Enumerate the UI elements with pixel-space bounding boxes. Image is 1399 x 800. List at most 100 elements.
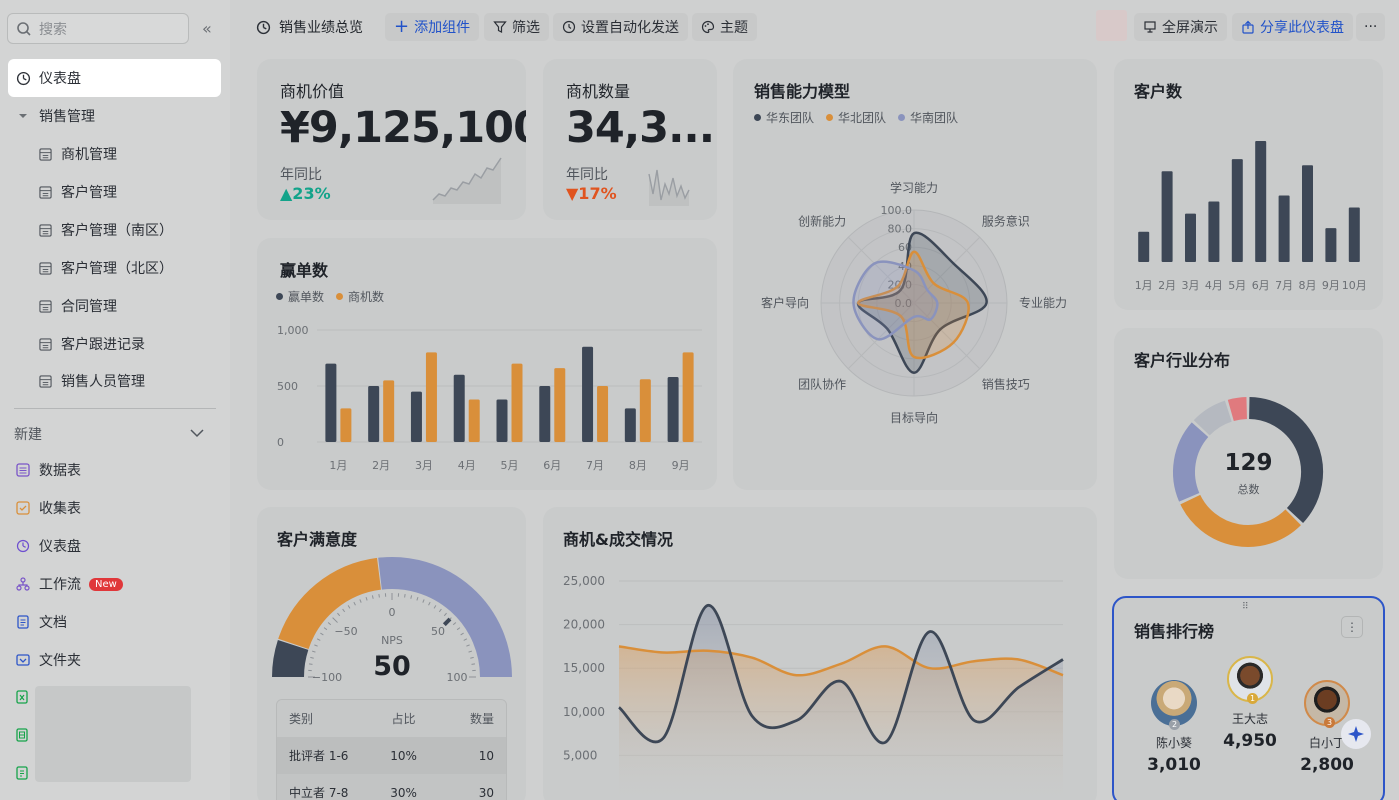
gauge-value: 50 — [373, 651, 411, 682]
table-header-cell: 占比 — [391, 712, 416, 726]
radar-axis-label: 目标导向 — [890, 410, 938, 425]
customers-chart-card[interactable]: 客户数 1月 2月 3月 4月 5月 6月 7月 8月 9月 10月 — [1114, 59, 1383, 310]
gauge-tick — [359, 599, 362, 603]
gauge-tick — [347, 605, 351, 609]
table-cell: 30% — [390, 785, 417, 800]
bar — [539, 386, 551, 442]
slides-icon[interactable] — [15, 766, 29, 780]
ai-assistant-button[interactable] — [1341, 719, 1371, 749]
new-workflow[interactable]: 工作流 New — [8, 565, 221, 603]
radar-tick-label: 80.0 — [888, 223, 913, 236]
wins-bar-chart: 1,000 500 0 1月 2月 3月 4月 5月 6月 7月 8月 9月 — [277, 324, 702, 472]
chevron-down-icon[interactable] — [189, 425, 205, 441]
x-tick-label: 3月 — [1182, 279, 1200, 292]
table-icon — [37, 146, 53, 162]
sidebar-item-customers-south[interactable]: 客户管理（南区） — [30, 211, 221, 249]
gauge-tick — [433, 605, 437, 609]
folder-icon — [15, 652, 31, 668]
sidebar-item-followups[interactable]: 客户跟进记录 — [30, 325, 221, 363]
satisfaction-card[interactable]: 客户满意度 −100 −50 0 50 100 NPS 50 类别 占比 数量 批评者 … — [257, 507, 526, 800]
avatar: 2 — [1151, 680, 1197, 730]
drag-handle-icon[interactable]: ⠿ — [1242, 602, 1250, 612]
industry-chart-card[interactable]: 客户行业分布 129 总数 — [1114, 328, 1383, 579]
table-cell: 中立者 7-8 — [289, 786, 349, 800]
bar — [624, 408, 636, 442]
x-tick-label: 2月 — [1158, 279, 1176, 292]
card-menu-button[interactable]: ⋮ — [1341, 616, 1363, 638]
sidebar-item-label: 仪表盘 — [39, 71, 81, 87]
theme-label: 主题 — [720, 20, 748, 36]
sidebar-item-contracts[interactable]: 合同管理 — [30, 287, 221, 325]
bar — [1278, 195, 1290, 262]
bar — [1302, 165, 1313, 262]
more-button[interactable]: ··· — [1356, 13, 1386, 41]
search-icon — [17, 21, 31, 36]
share-button[interactable]: 分享此仪表盘 — [1232, 13, 1353, 41]
x-tick-label: 6月 — [1252, 279, 1270, 292]
sheet-icon[interactable] — [15, 728, 29, 742]
form-icon — [15, 500, 31, 516]
sidebar-item-customers-north[interactable]: 客户管理（北区） — [30, 249, 221, 287]
sidebar-item-label: 客户管理（北区） — [61, 261, 173, 277]
x-tick-label: 3月 — [415, 459, 433, 472]
kpi-card-count[interactable]: 商机数量 34,3... 年同比 ▼17% — [543, 59, 717, 220]
x-tick-label: 4月 — [1205, 279, 1223, 292]
bar — [582, 346, 594, 442]
user-avatar[interactable] — [1096, 10, 1127, 41]
x-tick-label: 5月 — [1228, 279, 1246, 292]
avatar: 3 — [1304, 680, 1350, 728]
sidebar-divider — [14, 408, 216, 409]
radar-axis-label: 销售技巧 — [982, 376, 1030, 391]
collapse-sidebar-icon[interactable]: « — [202, 19, 212, 38]
kpi-card-value[interactable]: 商机价值 ¥9,125,100 年同比 ▲23% — [257, 59, 526, 220]
blurred-preview — [35, 686, 191, 782]
bar — [496, 399, 508, 442]
ranking-person-2[interactable]: 2 陈小葵 3,010 — [1144, 680, 1204, 775]
excel-icon[interactable] — [15, 690, 29, 704]
gauge-tick — [332, 617, 338, 623]
radar-axis-label: 创新能力 — [798, 214, 846, 229]
ranking-person-1[interactable]: 1 王大志 4,950 — [1220, 656, 1280, 751]
filter-button[interactable]: 筛选 — [484, 13, 549, 41]
sparkline — [432, 157, 502, 204]
ranking-card[interactable]: ⠿ 销售排行榜 ⋮ 2 陈小葵 3,010 1 王大志 4,950 3 白小丁 … — [1112, 596, 1385, 800]
sidebar-item-opportunities[interactable]: 商机管理 — [30, 135, 221, 173]
bar — [1325, 228, 1337, 262]
theme-button[interactable]: 主题 — [692, 13, 757, 41]
bar — [368, 386, 380, 442]
radar-tick-label: 100.0 — [881, 204, 913, 217]
radar-chart-card[interactable]: 销售能力模型 华东团队 华北团队 华南团队 100.0 80.0 60 40 20.0 0… — [733, 59, 1097, 490]
sidebar-item-label: 销售管理 — [39, 109, 95, 125]
table-icon — [37, 373, 53, 389]
y-tick-label: 15,000 — [563, 661, 605, 675]
new-item-label: 仪表盘 — [39, 539, 81, 555]
deals-chart-card[interactable]: 商机&成交情况 25,000 20,000 15,000 10,000 5,000 — [543, 507, 1097, 800]
present-button[interactable]: 全屏演示 — [1134, 13, 1227, 41]
sidebar-item-dashboard[interactable]: 仪表盘 — [8, 59, 221, 97]
wins-chart-card[interactable]: 赢单数 赢单数 商机数 1,000 500 0 1月 2月 3月 4月 5月 6月 7月 8月 9月 — [257, 238, 717, 490]
card-title: 销售排行榜 — [1134, 622, 1215, 641]
y-tick-label: 25,000 — [563, 574, 605, 588]
person-score: 2,800 — [1300, 755, 1354, 775]
x-tick-label: 4月 — [458, 459, 476, 472]
new-doc[interactable]: 文档 — [8, 603, 221, 641]
sidebar-item-label: 销售人员管理 — [61, 374, 145, 390]
add-widget-button[interactable]: + 添加组件 — [385, 13, 480, 41]
card-title: 商机价值 — [280, 82, 345, 101]
sidebar-item-customers[interactable]: 客户管理 — [30, 173, 221, 211]
new-form[interactable]: 收集表 — [8, 489, 221, 527]
share-icon — [1242, 20, 1254, 34]
new-folder[interactable]: 文件夹 — [8, 641, 221, 679]
table-icon — [37, 260, 53, 276]
new-datatable[interactable]: 数据表 — [8, 451, 221, 489]
sidebar-group-sales[interactable]: 销售管理 — [8, 97, 221, 135]
rank-badge: 1 — [1247, 693, 1258, 704]
search-input[interactable]: 搜索 — [7, 13, 189, 44]
auto-send-button[interactable]: 设置自动化发送 — [553, 13, 688, 41]
table-header-cell: 数量 — [469, 712, 494, 726]
gauge-tick — [342, 608, 346, 613]
new-dashboard[interactable]: 仪表盘 — [8, 527, 221, 565]
sidebar-item-salespeople[interactable]: 销售人员管理 — [30, 362, 221, 400]
radar-axis-label: 团队协作 — [798, 376, 846, 391]
gauge-tick — [422, 599, 425, 603]
